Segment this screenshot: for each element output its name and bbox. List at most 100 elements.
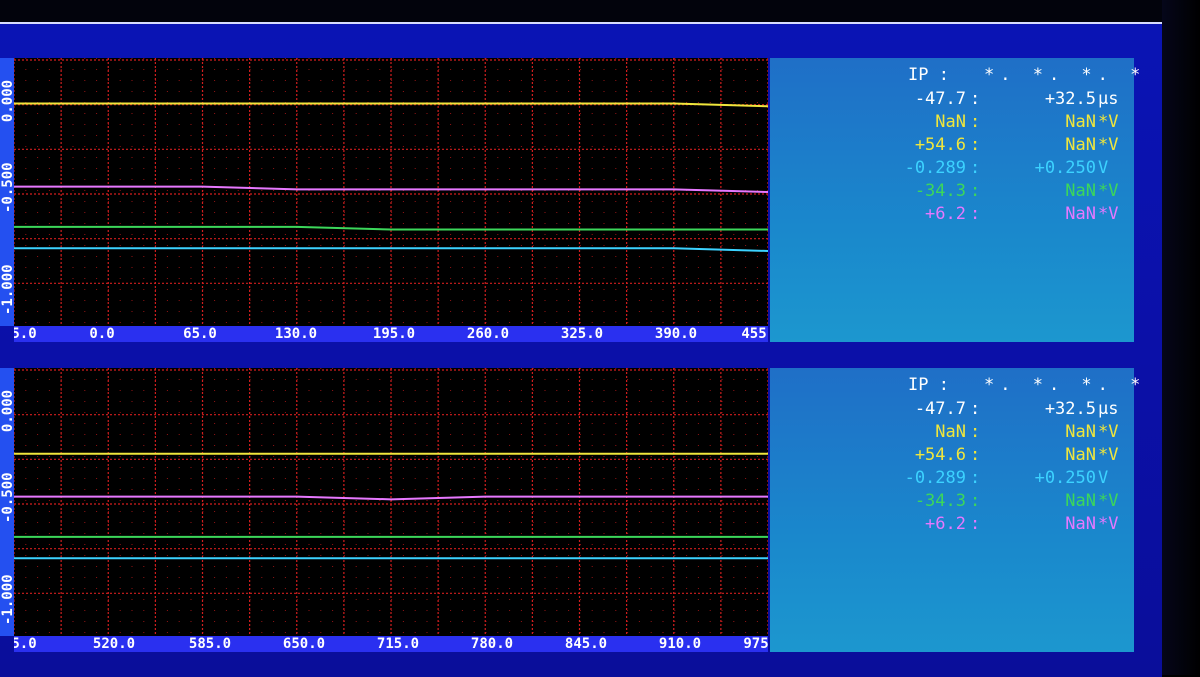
cursor-b-value: NaN (1065, 514, 1096, 534)
readout-row-time: -47.7 : +32.5 μs (770, 398, 1134, 420)
ip-row: IP : *. *. *. * (770, 64, 1140, 86)
separator: : (970, 491, 981, 511)
unit-label: *V (1098, 491, 1119, 511)
plot-svg-2 (14, 368, 768, 636)
separator: : (970, 158, 981, 178)
unit-label: V (1098, 158, 1109, 178)
grid-dots (14, 368, 758, 636)
cursor-b-value: NaN (1065, 135, 1096, 155)
cursor-b-value: NaN (1065, 204, 1096, 224)
ip-label: IP : (908, 375, 949, 395)
cursor-a-value: NaN (935, 422, 966, 442)
grid-dots (14, 58, 758, 326)
cursor-a-value: -47.7 (914, 89, 966, 109)
readout-panel-2: IP : *. *. *. * -47.7 : +32.5 μs NaN : N… (770, 368, 1140, 652)
x-tick-label: 325.0 (560, 326, 604, 342)
separator: : (970, 181, 981, 201)
cursor-a-value: -34.3 (914, 181, 966, 201)
y-tick-label: -0.500 (0, 472, 16, 523)
cursor-a-value: +54.6 (914, 135, 966, 155)
readout-row-ch2: -0.289 : +0.250 V (770, 467, 1134, 489)
readout-row-ch3: -34.3 : NaN *V (770, 490, 1134, 512)
cursor-a-value: +6.2 (925, 204, 966, 224)
readout-row-ch1b: +54.6 : NaN *V (770, 444, 1134, 466)
unit-label: *V (1098, 422, 1119, 442)
x-tick-label: 650.0 (282, 636, 326, 652)
readout-row-ch4: +6.2 : NaN *V (770, 513, 1134, 535)
separator: : (970, 422, 981, 442)
y-tick-label: -1.000 (0, 264, 16, 315)
oscilloscope-screen: 0.000 -0.500 -1.000 5.0 0.0 65.0 130.0 1… (0, 22, 1162, 677)
plot-svg-1 (14, 58, 768, 326)
readout-row-ch4: +6.2 : NaN *V (770, 203, 1134, 225)
cursor-a-value: -47.7 (914, 399, 966, 419)
readout-row-ch3: -34.3 : NaN *V (770, 180, 1134, 202)
x-tick-label: 585.0 (188, 636, 232, 652)
ip-label: IP : (908, 65, 949, 85)
separator: : (970, 468, 981, 488)
cursor-a-value: -0.289 (904, 158, 966, 178)
readout-panel-1: IP : *. *. *. * -47.7 : +32.5 μs NaN : N… (770, 58, 1140, 342)
readout-row-ch1a: NaN : NaN *V (770, 421, 1134, 443)
x-tick-label: 195.0 (372, 326, 416, 342)
x-tick-label: 0.0 (89, 326, 115, 342)
cursor-a-value: -34.3 (914, 491, 966, 511)
x-tick-label: 260.0 (466, 326, 510, 342)
separator: : (970, 204, 981, 224)
x-axis-2: 5.0 520.0 585.0 650.0 715.0 780.0 845.0 … (14, 636, 768, 652)
separator: : (970, 514, 981, 534)
ip-row: IP : *. *. *. * (770, 374, 1140, 396)
cursor-b-value: +32.5 (1044, 89, 1096, 109)
x-tick-label: 390.0 (654, 326, 698, 342)
unit-label: μs (1098, 399, 1119, 419)
x-tick-label: 130.0 (274, 326, 318, 342)
cursor-a-value: NaN (935, 112, 966, 132)
cursor-b-value: +32.5 (1044, 399, 1096, 419)
y-axis-2: 0.000 -0.500 -1.000 (0, 368, 16, 636)
y-tick-label: 0.000 (0, 389, 16, 433)
monitor-bezel-right (1162, 0, 1200, 675)
x-tick-label: 780.0 (470, 636, 514, 652)
unit-label: *V (1098, 204, 1119, 224)
cursor-a-value: +54.6 (914, 445, 966, 465)
x-tick-label: 5.0 (14, 326, 37, 342)
plot-area-1 (14, 58, 768, 326)
separator: : (970, 135, 981, 155)
ip-address: *. *. *. * (984, 65, 1147, 85)
x-tick-label: 455 (741, 326, 767, 342)
cursor-b-value: +0.250 (1034, 158, 1096, 178)
cursor-a-value: -0.289 (904, 468, 966, 488)
cursor-b-value: +0.250 (1034, 468, 1096, 488)
x-tick-label: 65.0 (183, 326, 217, 342)
unit-label: *V (1098, 135, 1119, 155)
separator: : (970, 112, 981, 132)
trace-panel-1: 0.000 -0.500 -1.000 5.0 0.0 65.0 130.0 1… (0, 58, 1162, 348)
monitor-bezel-top (0, 0, 1162, 22)
readout-row-ch1b: +54.6 : NaN *V (770, 134, 1134, 156)
y-tick-label: 0.000 (0, 79, 16, 123)
separator: : (970, 89, 981, 109)
x-tick-label: 5.0 (14, 636, 37, 652)
y-axis-1: 0.000 -0.500 -1.000 (0, 58, 16, 326)
readout-row-time: -47.7 : +32.5 μs (770, 88, 1134, 110)
y-tick-label: -1.000 (0, 574, 16, 625)
x-tick-label: 975 (743, 636, 768, 652)
x-tick-label: 520.0 (92, 636, 136, 652)
separator: : (970, 399, 981, 419)
cursor-a-value: +6.2 (925, 514, 966, 534)
x-axis-1: 5.0 0.0 65.0 130.0 195.0 260.0 325.0 390… (14, 326, 768, 342)
plot-area-2 (14, 368, 768, 636)
cursor-b-value: NaN (1065, 422, 1096, 442)
cursor-b-value: NaN (1065, 445, 1096, 465)
unit-label: μs (1098, 89, 1119, 109)
x-tick-label: 715.0 (376, 636, 420, 652)
unit-label: *V (1098, 445, 1119, 465)
x-tick-label: 845.0 (564, 636, 608, 652)
cursor-b-value: NaN (1065, 491, 1096, 511)
y-tick-label: -0.500 (0, 162, 16, 213)
cursor-b-value: NaN (1065, 181, 1096, 201)
readout-row-ch2: -0.289 : +0.250 V (770, 157, 1134, 179)
unit-label: V (1098, 468, 1109, 488)
readout-row-ch1a: NaN : NaN *V (770, 111, 1134, 133)
separator: : (970, 445, 981, 465)
